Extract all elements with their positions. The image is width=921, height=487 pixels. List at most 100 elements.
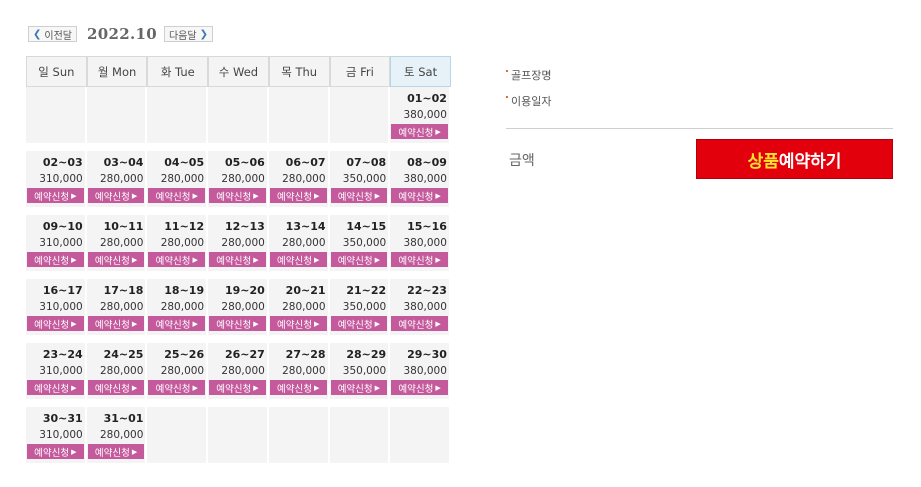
price: 310,000	[39, 429, 83, 441]
stay-dates: 09~10	[42, 220, 83, 233]
prev-month-button[interactable]: ❮ 이전달	[28, 26, 77, 42]
reserve-button-label: 예약신청	[337, 383, 373, 395]
stay-dates: 21~22	[346, 284, 387, 297]
reserve-button[interactable]: 예약신청 ▶	[87, 444, 145, 459]
stay-dates: 18~19	[164, 284, 205, 297]
reserve-button[interactable]: 예약신청 ▶	[330, 380, 388, 395]
reserve-button[interactable]: 예약신청 ▶	[87, 316, 145, 331]
reserve-button[interactable]: 예약신청 ▶	[330, 252, 388, 267]
day-cell: 24~25 280,000 예약신청 ▶	[86, 343, 148, 403]
reserve-button[interactable]: 예약신청 ▶	[391, 252, 448, 267]
empty-day-cell	[268, 407, 330, 467]
day-cell: 17~18 280,000 예약신청 ▶	[86, 279, 148, 339]
price: 280,000	[221, 237, 265, 249]
day-cell: 01~02 380,000 예약신청 ▶	[390, 87, 451, 147]
reserve-button[interactable]: 예약신청 ▶	[87, 188, 145, 203]
use-date-label: 이용일자	[511, 95, 552, 108]
reserve-button-label: 예약신청	[94, 255, 130, 267]
reserve-button[interactable]: 예약신청 ▶	[391, 380, 448, 395]
price: 280,000	[282, 301, 326, 313]
reserve-button-label: 예약신청	[34, 319, 70, 331]
day-cell: 29~30 380,000 예약신청 ▶	[390, 343, 451, 403]
reserve-button-label: 예약신청	[276, 319, 312, 331]
stay-dates: 14~15	[346, 220, 387, 233]
reserve-button-label: 예약신청	[337, 319, 373, 331]
play-arrow-icon: ▶	[131, 383, 138, 392]
reservation-calendar: 일 Sun 월 Mon 화 Tue 수 Wed 목 Thu 금 Fri 토 Sat 01~0…	[26, 56, 451, 471]
stay-dates: 29~30	[407, 348, 447, 361]
reserve-button[interactable]: 예약신청 ▶	[148, 188, 206, 203]
reserve-button[interactable]: 예약신청 ▶	[391, 124, 448, 139]
play-arrow-icon: ▶	[131, 191, 138, 200]
reserve-button[interactable]: 예약신청 ▶	[27, 380, 84, 395]
empty-day-cell	[208, 407, 269, 467]
reserve-button[interactable]: 예약신청 ▶	[148, 252, 206, 267]
reserve-button[interactable]: 예약신청 ▶	[209, 380, 266, 395]
day-cell: 08~09 380,000 예약신청 ▶	[390, 151, 451, 211]
stay-dates: 23~24	[42, 348, 83, 361]
chevron-right-icon: ❯	[199, 28, 208, 40]
reserve-button[interactable]: 예약신청 ▶	[27, 444, 84, 459]
day-cell: 31~01 280,000 예약신청 ▶	[86, 407, 148, 467]
price: 280,000	[160, 365, 205, 377]
day-cell: 06~07 280,000 예약신청 ▶	[268, 151, 330, 211]
price: 310,000	[39, 237, 83, 249]
stay-dates: 04~05	[164, 156, 205, 169]
reserve-button[interactable]: 예약신청 ▶	[269, 316, 327, 331]
reserve-button[interactable]: 예약신청 ▶	[391, 188, 448, 203]
prev-month-label: 이전달	[44, 30, 72, 42]
empty-day-cell	[268, 87, 330, 147]
reserve-button[interactable]: 예약신청 ▶	[27, 316, 84, 331]
weekday-header: 일 Sun	[26, 56, 87, 87]
reserve-button[interactable]: 예약신청 ▶	[87, 380, 145, 395]
weekday-header: 월 Mon	[86, 56, 148, 87]
reserve-button[interactable]: 예약신청 ▶	[330, 316, 388, 331]
empty-day-cell	[329, 87, 391, 147]
course-name-label: 골프장명	[511, 69, 552, 82]
play-arrow-icon: ▶	[71, 191, 77, 200]
reserve-button[interactable]: 예약신청 ▶	[209, 252, 266, 267]
day-cell: 27~28 280,000 예약신청 ▶	[268, 343, 330, 403]
weekday-header: 수 Wed	[208, 56, 269, 87]
reserve-button-label: 예약신청	[337, 255, 373, 267]
reserve-button[interactable]: 예약신청 ▶	[148, 316, 206, 331]
stay-dates: 15~16	[407, 220, 447, 233]
day-cell: 28~29 350,000 예약신청 ▶	[329, 343, 391, 403]
price: 380,000	[403, 365, 447, 377]
reserve-button[interactable]: 예약신청 ▶	[148, 380, 206, 395]
price: 350,000	[342, 365, 387, 377]
day-cell: 07~08 350,000 예약신청 ▶	[329, 151, 391, 211]
reserve-button[interactable]: 예약신청 ▶	[27, 188, 84, 203]
empty-day-cell	[86, 87, 148, 147]
empty-day-cell	[329, 407, 391, 467]
play-arrow-icon: ▶	[253, 191, 259, 200]
stay-dates: 16~17	[42, 284, 83, 297]
next-month-button[interactable]: 다음달 ❯	[163, 26, 213, 42]
reserve-button[interactable]: 예약신청 ▶	[269, 252, 327, 267]
play-arrow-icon: ▶	[253, 383, 259, 392]
play-arrow-icon: ▶	[313, 255, 320, 264]
reserve-button[interactable]: 예약신청 ▶	[87, 252, 145, 267]
reserve-button[interactable]: 예약신청 ▶	[391, 316, 448, 331]
reserve-button[interactable]: 예약신청 ▶	[209, 316, 266, 331]
empty-day-cell	[26, 87, 87, 147]
price: 280,000	[99, 429, 144, 441]
reserve-button[interactable]: 예약신청 ▶	[330, 188, 388, 203]
price: 310,000	[39, 301, 83, 313]
reserve-button[interactable]: 예약신청 ▶	[269, 188, 327, 203]
book-product-button[interactable]: 상품 예약하기	[696, 139, 893, 179]
reserve-button[interactable]: 예약신청 ▶	[269, 380, 327, 395]
stay-dates: 10~11	[103, 220, 144, 233]
day-cell: 23~24 310,000 예약신청 ▶	[26, 343, 87, 403]
play-arrow-icon: ▶	[313, 319, 320, 328]
reserve-button[interactable]: 예약신청 ▶	[27, 252, 84, 267]
bullet-icon	[506, 96, 508, 98]
day-cell: 09~10 310,000 예약신청 ▶	[26, 215, 87, 275]
stay-dates: 30~31	[42, 412, 83, 425]
reserve-button[interactable]: 예약신청 ▶	[209, 188, 266, 203]
play-arrow-icon: ▶	[192, 255, 198, 264]
stay-dates: 12~13	[224, 220, 265, 233]
price: 310,000	[39, 365, 83, 377]
price: 380,000	[403, 301, 447, 313]
next-month-label: 다음달	[168, 30, 197, 42]
